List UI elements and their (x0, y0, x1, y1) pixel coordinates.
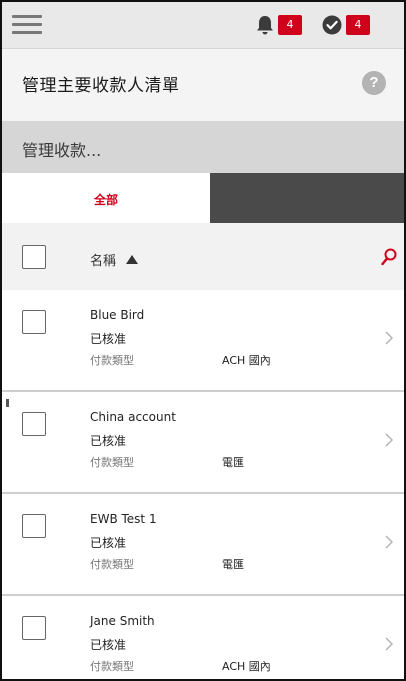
approvals-badge: 4 (346, 15, 370, 35)
bell-icon (257, 16, 273, 35)
payment-type-value: ACH 國內 (222, 354, 271, 367)
payee-status: 已核准 (90, 434, 127, 448)
chevron-right-icon (385, 637, 394, 651)
list-header: 名稱 (2, 223, 404, 290)
payee-status: 已核准 (90, 536, 127, 550)
tab-other[interactable] (210, 173, 404, 223)
row-checkbox[interactable] (22, 412, 46, 436)
payee-status: 已核准 (90, 332, 127, 346)
notifications-button[interactable]: 4 (256, 14, 302, 36)
row-checkbox[interactable] (22, 310, 46, 334)
search-field[interactable]: 管理收款... (2, 121, 404, 173)
payment-type-label: 付款類型 (90, 456, 134, 469)
sort-ascending-icon[interactable] (126, 255, 139, 264)
tab-all[interactable]: 全部 (2, 173, 210, 223)
tab-bar: 全部 (2, 173, 404, 223)
tab-all-label: 全部 (94, 193, 119, 207)
payee-status: 已核准 (90, 638, 127, 652)
row-checkbox[interactable] (22, 616, 46, 640)
app-frame: 4 4 管理主要收款人清單 ? 管理收款... 全部 名稱 Blue Bird … (0, 0, 406, 681)
help-icon[interactable]: ? (362, 71, 386, 95)
search-icon[interactable] (381, 248, 397, 266)
select-all-checkbox[interactable] (22, 245, 46, 269)
payee-name: China account (90, 410, 176, 424)
search-input-text: 管理收款... (22, 141, 102, 160)
list-item[interactable]: China account 已核准 付款類型 電匯 (2, 392, 404, 494)
chevron-right-icon (385, 535, 394, 549)
hamburger-icon[interactable] (12, 15, 42, 35)
payment-type-value: ACH 國內 (222, 660, 271, 673)
title-bar: 管理主要收款人清單 ? (2, 49, 404, 121)
name-column-label: 名稱 (90, 254, 117, 269)
row-checkbox[interactable] (22, 514, 46, 538)
check-circle-icon (322, 15, 342, 35)
page-title: 管理主要收款人清單 (22, 76, 180, 96)
list-item[interactable]: Jane Smith 已核准 付款類型 ACH 國內 (2, 596, 404, 679)
chevron-right-icon (385, 433, 394, 447)
scroll-marker (6, 399, 9, 407)
list-item[interactable]: EWB Test 1 已核准 付款類型 電匯 (2, 494, 404, 596)
payment-type-label: 付款類型 (90, 354, 134, 367)
list-item[interactable]: Blue Bird 已核准 付款類型 ACH 國內 (2, 290, 404, 392)
payee-name: Jane Smith (90, 614, 155, 628)
notifications-badge: 4 (278, 15, 302, 35)
payment-type-value: 電匯 (222, 456, 244, 469)
name-column-header[interactable]: 名稱 (90, 250, 139, 269)
payee-name: EWB Test 1 (90, 512, 157, 526)
chevron-right-icon (385, 331, 394, 345)
payment-type-label: 付款類型 (90, 660, 134, 673)
payment-type-label: 付款類型 (90, 558, 134, 571)
payee-name: Blue Bird (90, 308, 145, 322)
approvals-button[interactable]: 4 (322, 14, 370, 36)
top-bar: 4 4 (2, 2, 404, 49)
payment-type-value: 電匯 (222, 558, 244, 571)
